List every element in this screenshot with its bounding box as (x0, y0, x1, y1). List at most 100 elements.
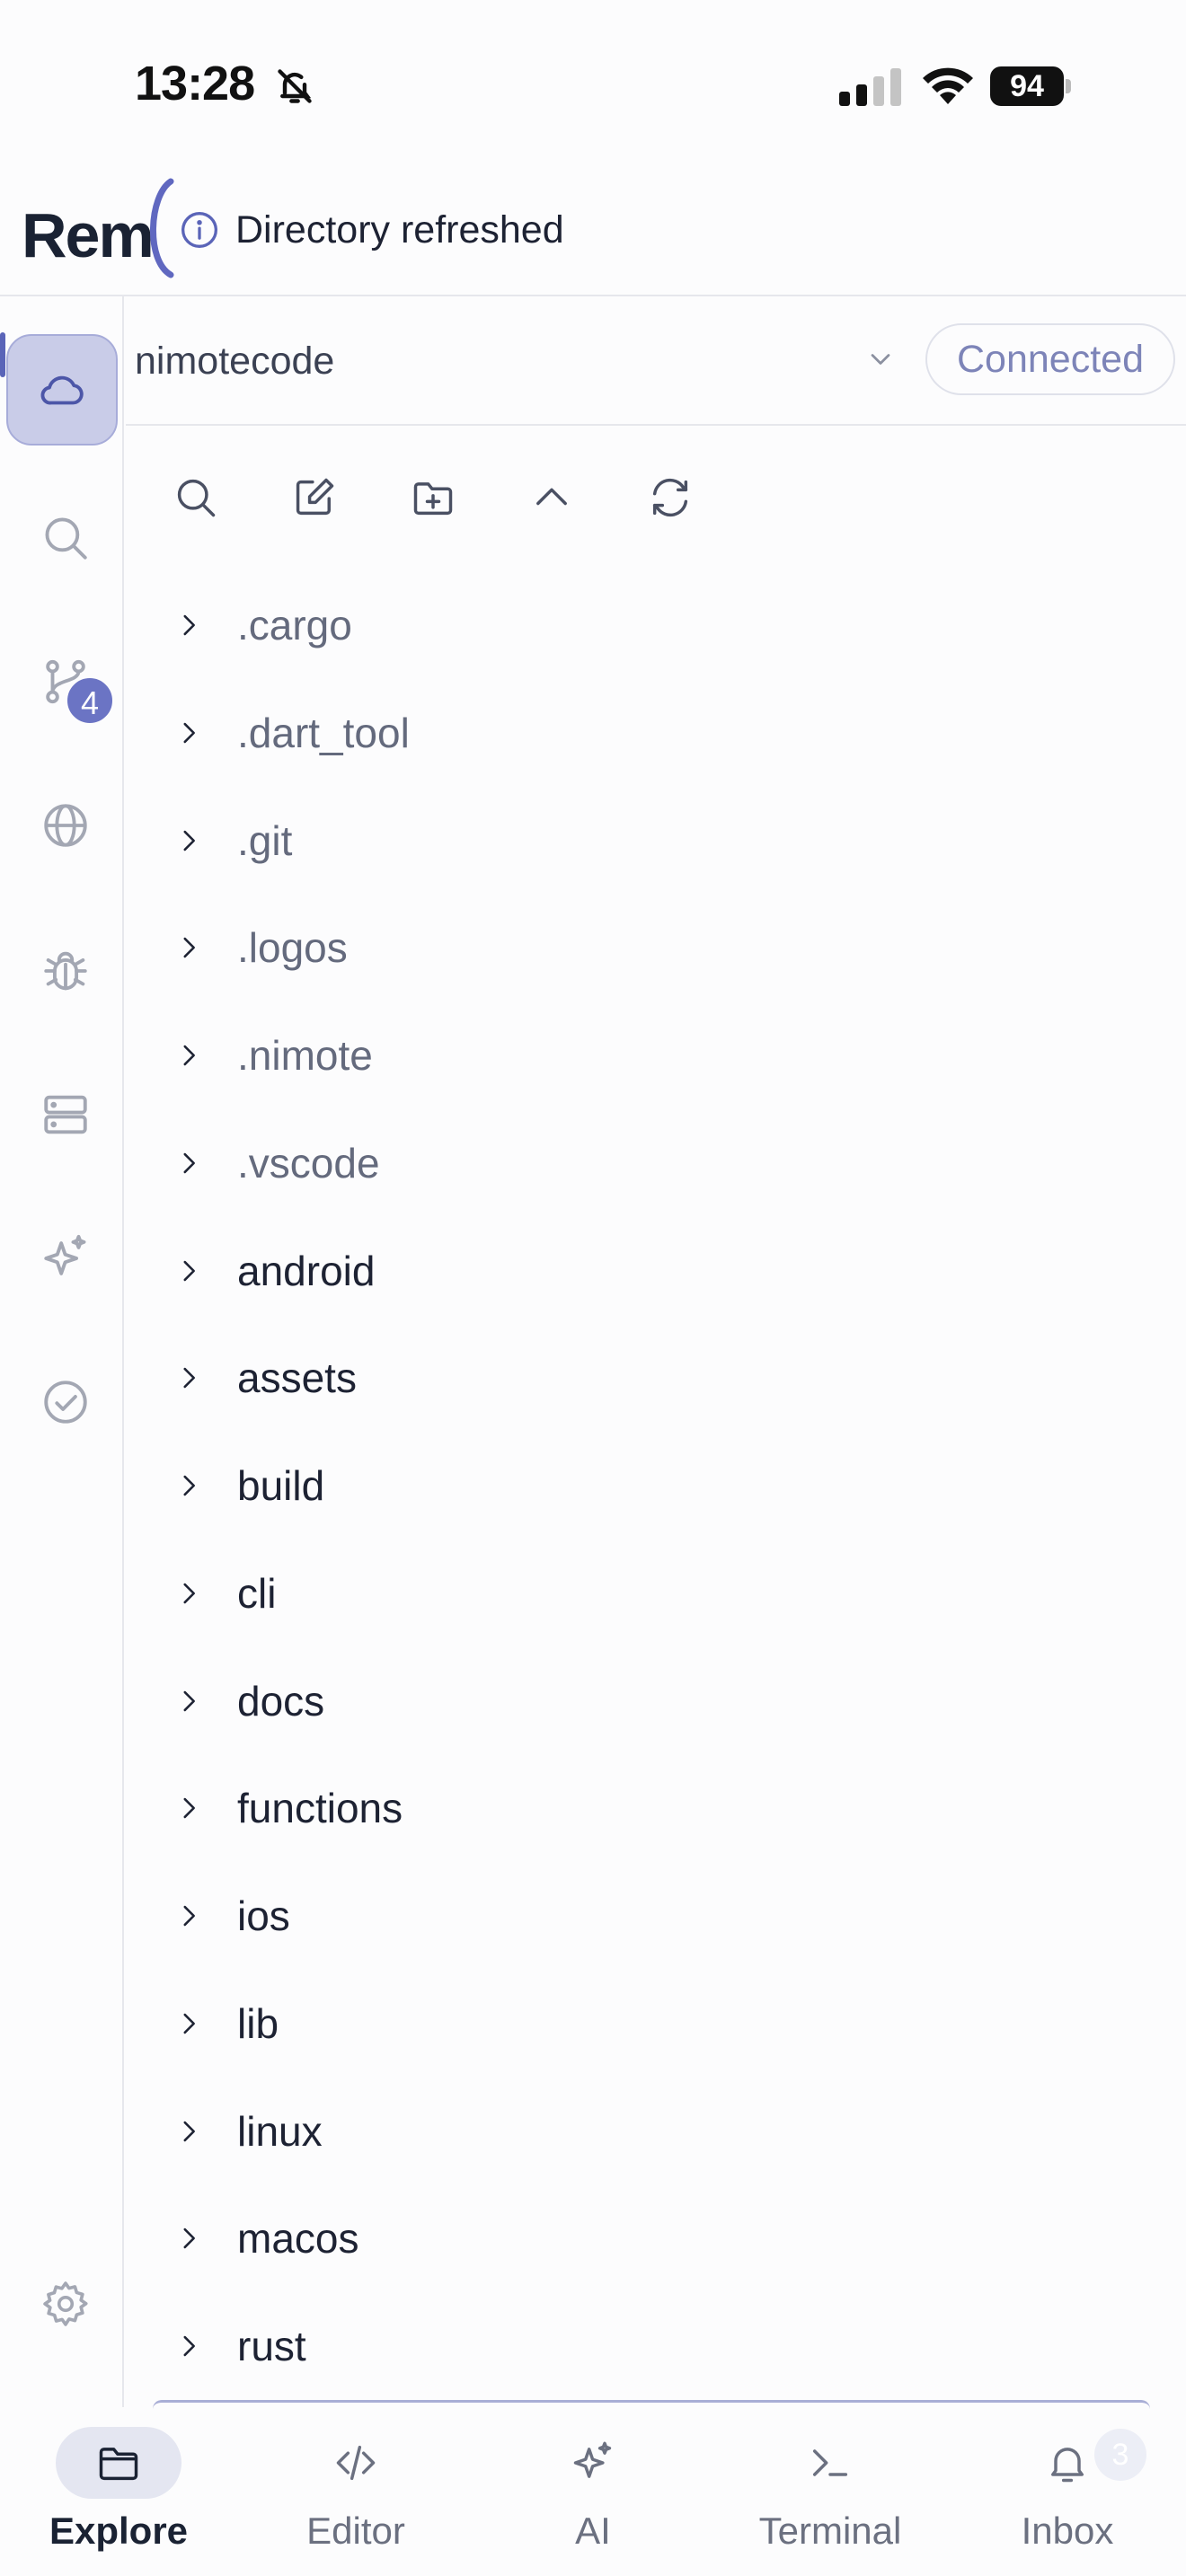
chevron-up-icon (536, 488, 567, 506)
nav-terminal[interactable]: Terminal (722, 2427, 938, 2562)
expand-chevron[interactable] (162, 1028, 216, 1082)
chevron-right-icon (183, 1583, 195, 1603)
folder-row[interactable]: build (162, 1441, 1150, 1531)
expand-chevron[interactable] (162, 598, 216, 652)
folder-row[interactable]: functions (162, 1763, 1150, 1853)
rail-ai-button[interactable] (16, 1209, 115, 1308)
clock: 13:28 (135, 57, 255, 110)
chevron-down-icon[interactable] (864, 343, 897, 375)
edit-icon (296, 478, 334, 516)
folder-row[interactable]: lib (162, 1979, 1150, 2069)
server-icon (44, 1095, 87, 1134)
folder-row[interactable]: assets (162, 1333, 1150, 1423)
expand-chevron[interactable] (162, 1674, 216, 1728)
expand-chevron[interactable] (162, 1459, 216, 1513)
folder-row[interactable]: rust (162, 2301, 1150, 2391)
chevron-right-icon (183, 1475, 195, 1496)
rail-tasks-button[interactable] (16, 1353, 115, 1451)
folder-row[interactable]: ios (162, 1871, 1150, 1961)
folder-name: cli (237, 1569, 277, 1617)
new-folder-button[interactable] (399, 463, 467, 532)
rail-active-indicator (0, 332, 5, 377)
nav-inbox[interactable]: 3 Inbox (960, 2427, 1175, 2562)
wifi-icon (923, 67, 973, 104)
rail-remote-button[interactable] (6, 334, 118, 446)
folder-row[interactable]: .dart_tool (162, 688, 1150, 778)
folder-row[interactable]: cli (162, 1548, 1150, 1638)
folder-name: assets (237, 1354, 357, 1402)
code-icon (336, 2445, 376, 2481)
folder-row[interactable]: .cargo (162, 580, 1150, 670)
globe-icon (44, 804, 87, 847)
activity-rail: 4 (0, 296, 124, 2407)
search-icon (177, 479, 216, 517)
folder-row[interactable]: .logos (162, 903, 1150, 992)
expand-chevron[interactable] (162, 2319, 216, 2373)
folder-name: .dart_tool (237, 709, 410, 756)
folder-name: lib (237, 1999, 279, 2047)
project-selector-bar: nimotecode Connected (126, 296, 1186, 426)
expand-chevron[interactable] (162, 1566, 216, 1620)
connection-status-badge: Connected (925, 323, 1175, 395)
folder-row[interactable]: android (162, 1226, 1150, 1316)
expand-chevron[interactable] (162, 1136, 216, 1190)
new-file-button[interactable] (280, 463, 349, 532)
folder-plus-icon (413, 482, 453, 516)
folder-row[interactable]: .vscode (162, 1118, 1150, 1208)
nav-inbox-label: Inbox (1021, 2510, 1114, 2552)
battery-indicator: 94 (990, 66, 1071, 106)
nav-ai-icon-wrap (530, 2427, 656, 2499)
expand-chevron[interactable] (162, 1244, 216, 1298)
folder-name: ios (237, 1892, 290, 1939)
expand-chevron[interactable] (162, 2211, 216, 2265)
expand-chevron[interactable] (162, 1889, 216, 1943)
folder-name: .vscode (237, 1139, 380, 1187)
bell-icon (1051, 2448, 1084, 2483)
folder-name: android (237, 1247, 376, 1294)
rail-web-button[interactable] (16, 776, 115, 875)
rail-settings-button[interactable] (16, 2254, 115, 2353)
collapse-up-button[interactable] (518, 463, 586, 532)
sparkles-icon (44, 1234, 86, 1275)
chevron-right-icon (183, 938, 195, 958)
terminal-icon (812, 2449, 848, 2476)
project-name[interactable]: nimotecode (135, 340, 334, 384)
folder-name: build (237, 1462, 325, 1509)
rail-search-button[interactable] (16, 489, 115, 587)
rail-servers-button[interactable] (16, 1065, 115, 1164)
expand-chevron[interactable] (162, 921, 216, 975)
search-files-button[interactable] (162, 463, 230, 532)
folder-name: docs (237, 1677, 325, 1725)
expand-chevron[interactable] (162, 706, 216, 760)
nav-terminal-label: Terminal (758, 2510, 902, 2552)
info-icon (181, 212, 217, 248)
folder-row[interactable]: linux (162, 2086, 1150, 2176)
source-control-badge: 4 (65, 675, 115, 726)
expand-chevron[interactable] (162, 2104, 216, 2158)
folder-icon (99, 2448, 138, 2481)
folder-name: rust (237, 2323, 306, 2369)
nav-explore[interactable]: Explore (11, 2427, 226, 2562)
refresh-icon (652, 478, 688, 517)
expand-chevron[interactable] (162, 1997, 216, 2051)
refresh-button[interactable] (636, 463, 704, 532)
nav-editor-label: Editor (306, 2510, 405, 2552)
folder-name: functions (237, 1785, 403, 1832)
search-icon (45, 517, 87, 560)
toast-text: Directory refreshed (235, 207, 564, 251)
chevron-right-icon (183, 830, 195, 851)
expand-chevron[interactable] (162, 814, 216, 868)
folder-row[interactable]: .git (162, 796, 1150, 886)
folder-row[interactable]: docs (162, 1656, 1150, 1746)
nav-editor[interactable]: Editor (248, 2427, 464, 2562)
expand-chevron[interactable] (162, 1351, 216, 1405)
folder-row[interactable]: macos (162, 2193, 1150, 2283)
folder-row[interactable]: .nimote (162, 1010, 1150, 1100)
rail-debug-button[interactable] (16, 922, 115, 1020)
expand-chevron[interactable] (162, 1781, 216, 1835)
chevron-right-icon (183, 1798, 195, 1819)
nav-editor-icon-wrap (293, 2427, 419, 2499)
chevron-right-icon (183, 722, 195, 743)
app-logo: Rem (22, 200, 155, 270)
nav-ai[interactable]: AI (485, 2427, 701, 2562)
